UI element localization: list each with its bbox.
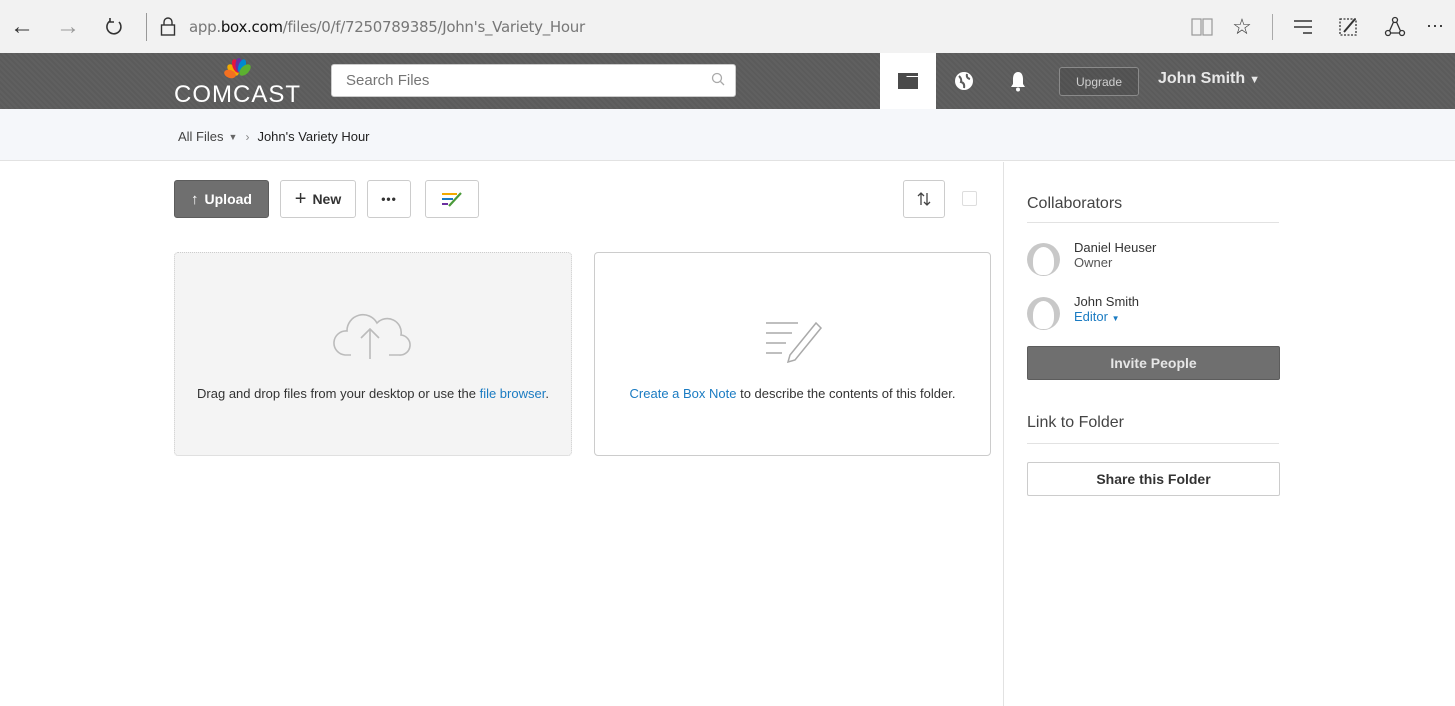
caret-down-icon: ▼ bbox=[1249, 74, 1260, 86]
create-box-note-link[interactable]: Create a Box Note bbox=[630, 386, 737, 401]
collaborator-role-dropdown[interactable]: Editor ▼ bbox=[1074, 309, 1120, 324]
more-icon[interactable]: ⋯ bbox=[1415, 7, 1455, 47]
web-note-icon[interactable] bbox=[1329, 7, 1369, 47]
plus-icon: + bbox=[294, 187, 307, 210]
box-note-text: Create a Box Note to describe the conten… bbox=[615, 386, 970, 402]
peacock-icon bbox=[224, 58, 251, 79]
globe-icon[interactable] bbox=[942, 53, 986, 109]
collaborator-name: John Smith bbox=[1074, 294, 1140, 309]
cloud-upload-icon bbox=[333, 313, 411, 359]
divider bbox=[1027, 222, 1279, 223]
caret-down-icon[interactable]: ▼ bbox=[229, 132, 238, 142]
reading-view-icon[interactable] bbox=[1182, 7, 1222, 47]
back-icon[interactable]: ← bbox=[4, 9, 40, 45]
search-input[interactable] bbox=[332, 65, 692, 96]
link-to-folder-title: Link to Folder bbox=[1027, 414, 1124, 431]
share-folder-button[interactable]: Share this Folder bbox=[1027, 462, 1280, 496]
upgrade-button[interactable]: Upgrade bbox=[1059, 67, 1139, 96]
collaborators-title: Collaborators bbox=[1027, 195, 1123, 212]
caret-down-icon: ▼ bbox=[1111, 314, 1120, 323]
upload-label: Upload bbox=[204, 191, 252, 207]
new-label: New bbox=[312, 191, 342, 207]
role-label: Editor bbox=[1074, 309, 1108, 324]
lock-icon bbox=[157, 12, 179, 42]
search-icon[interactable] bbox=[711, 72, 725, 91]
forward-icon[interactable]: → bbox=[50, 9, 86, 45]
more-options-button[interactable]: ••• bbox=[367, 180, 411, 218]
upload-arrow-icon: ↑ bbox=[191, 190, 199, 208]
details-sidebar: Collaborators Daniel Heuser Owner John S… bbox=[1003, 162, 1455, 706]
comcast-logo[interactable]: COMCAST bbox=[174, 53, 314, 109]
file-browser-link[interactable]: file browser bbox=[480, 386, 546, 401]
logo-text: COMCAST bbox=[174, 81, 301, 108]
avatar bbox=[1027, 297, 1060, 330]
breadcrumb-current-folder: John's Variety Hour bbox=[257, 129, 370, 144]
share-icon[interactable] bbox=[1375, 7, 1415, 47]
favorite-star-icon[interactable]: ☆ bbox=[1222, 7, 1262, 47]
box-note-desc: to describe the contents of this folder. bbox=[736, 386, 956, 401]
collaborator-item: Daniel Heuser Owner bbox=[1027, 240, 1287, 280]
user-menu[interactable]: John Smith ▼ bbox=[1158, 70, 1260, 88]
breadcrumb: All Files ▼ › John's Variety Hour bbox=[178, 129, 370, 144]
invite-people-button[interactable]: Invite People bbox=[1027, 346, 1280, 380]
sort-icon bbox=[917, 192, 931, 206]
url-path: /files/0/f/7250789385/John's_Variety_Hou… bbox=[282, 17, 585, 36]
note-pencil-icon bbox=[765, 321, 822, 363]
bell-icon[interactable] bbox=[996, 53, 1040, 109]
upload-button[interactable]: ↑ Upload bbox=[174, 180, 269, 218]
refresh-icon[interactable] bbox=[96, 9, 132, 45]
browser-toolbar: ← → app.box.com/files/0/f/7250789385/Joh… bbox=[0, 0, 1455, 53]
url-domain: box.com bbox=[220, 17, 283, 36]
address-bar[interactable]: app.box.com/files/0/f/7250789385/John's_… bbox=[189, 18, 585, 36]
address-separator bbox=[146, 12, 147, 41]
divider bbox=[1027, 443, 1279, 444]
user-name: John Smith bbox=[1158, 70, 1246, 87]
new-button[interactable]: + New bbox=[280, 180, 356, 218]
collaborator-item: John Smith Editor ▼ bbox=[1027, 294, 1287, 334]
drop-text: Drag and drop files from your desktop or… bbox=[197, 386, 480, 401]
hub-icon[interactable] bbox=[1283, 7, 1323, 47]
collaborator-role: Owner bbox=[1074, 255, 1113, 270]
drop-text-end: . bbox=[545, 386, 549, 401]
drop-zone-text: Drag and drop files from your desktop or… bbox=[195, 386, 551, 402]
box-note-card: Create a Box Note to describe the conten… bbox=[594, 252, 991, 456]
search-box[interactable] bbox=[331, 64, 736, 97]
box-notes-icon bbox=[442, 192, 462, 207]
breadcrumb-bar: All Files ▼ › John's Variety Hour bbox=[0, 109, 1455, 161]
chevron-right-icon: › bbox=[245, 129, 250, 144]
url-prefix: app. bbox=[189, 17, 221, 36]
avatar bbox=[1027, 243, 1060, 276]
breadcrumb-all-files[interactable]: All Files bbox=[178, 129, 224, 144]
chrome-separator bbox=[1272, 13, 1273, 40]
files-folder-icon[interactable] bbox=[880, 53, 936, 109]
collaborator-name: Daniel Heuser bbox=[1074, 240, 1157, 255]
app-header: COMCAST Upgrade John Smith▼ bbox=[0, 53, 1455, 109]
box-notes-button[interactable] bbox=[425, 180, 479, 218]
select-all-checkbox[interactable] bbox=[962, 191, 977, 206]
upload-drop-zone[interactable]: Drag and drop files from your desktop or… bbox=[174, 252, 572, 456]
sort-button[interactable] bbox=[903, 180, 945, 218]
